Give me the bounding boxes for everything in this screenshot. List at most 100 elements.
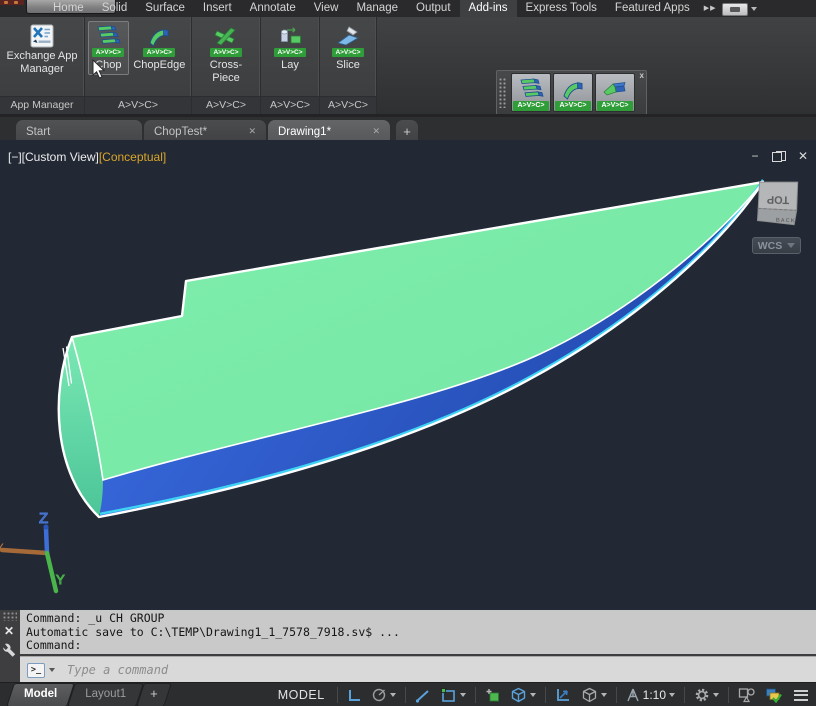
separator xyxy=(684,687,685,703)
boat-hull-model[interactable] xyxy=(0,140,816,610)
graphics-performance-toggle[interactable] xyxy=(762,685,785,705)
close-button[interactable]: ✕ xyxy=(796,149,810,163)
command-input-row[interactable]: >_ Type a command xyxy=(20,656,816,683)
close-icon[interactable]: x xyxy=(640,72,644,80)
command-history[interactable]: Command: _u CH GROUP Automatic save to C… xyxy=(20,610,816,654)
quick-properties-toggle[interactable] xyxy=(735,685,759,705)
object-snap-icon xyxy=(440,687,457,703)
ribbon-tab-featured-apps[interactable]: Featured Apps xyxy=(606,0,699,17)
panel-title[interactable]: A>V>C> xyxy=(261,96,319,114)
annotation-scale-value: 1:10 xyxy=(643,688,666,702)
chevron-down-icon[interactable] xyxy=(390,693,396,697)
button-label: Slice xyxy=(336,59,360,72)
ucs-y-label: Y xyxy=(56,572,65,587)
ribbon-panel-avc-3: A>V>C> Lay A>V>C> xyxy=(261,17,320,114)
drawing-viewport[interactable]: [−][Custom View][Conceptual] − ✕ TOP BAC… xyxy=(0,140,816,610)
slice-button[interactable]: A>V>C> Slice xyxy=(326,21,370,75)
visual-style-dropdown[interactable] xyxy=(578,685,610,705)
chopedge-button[interactable]: A>V>C> ChopEdge xyxy=(131,21,188,75)
chopedge-toolbar-button[interactable]: A>V>C> xyxy=(553,73,593,112)
avc-floating-toolbar[interactable]: A>V>C> A>V>C> A>V>C> x xyxy=(496,70,647,115)
ribbon-tab-surface[interactable]: Surface xyxy=(136,0,194,17)
wcs-dropdown[interactable]: WCS xyxy=(752,237,801,254)
polar-tracking-icon xyxy=(415,688,431,703)
ucs-icon[interactable]: X Z Y xyxy=(0,492,90,604)
ribbon-tab-manage[interactable]: Manage xyxy=(347,0,407,17)
cross-piece-button[interactable]: A>V>C> Cross-Piece xyxy=(195,21,257,87)
command-history-line: Command: _u CH GROUP xyxy=(26,611,164,625)
object-snap-toggle[interactable] xyxy=(437,685,469,705)
ribbon-tab-add-ins[interactable]: Add-ins xyxy=(460,0,517,17)
lay-button[interactable]: A>V>C> Lay xyxy=(268,21,312,75)
chevron-down-icon[interactable] xyxy=(713,693,719,697)
ribbon-tab-overflow-icon[interactable]: ▶▶ xyxy=(699,0,722,17)
lay-icon xyxy=(277,24,303,48)
workspace-switching-dropdown[interactable] xyxy=(691,685,722,705)
snap-mode-toggle[interactable] xyxy=(368,685,399,705)
viewcube-back-label: BACK xyxy=(776,218,796,225)
avc-badge: A>V>C> xyxy=(513,101,549,111)
annotation-scale-dropdown[interactable]: 1:10 xyxy=(623,685,678,705)
chevron-down-icon[interactable] xyxy=(669,693,675,697)
chevron-down-icon[interactable] xyxy=(460,693,466,697)
snap-icon xyxy=(371,687,387,703)
restore-button[interactable] xyxy=(772,151,786,162)
hamburger-icon xyxy=(794,690,808,692)
wrench-icon[interactable] xyxy=(2,642,18,658)
ribbon-tab-output[interactable]: Output xyxy=(407,0,460,17)
customization-menu-button[interactable] xyxy=(788,690,814,701)
ribbon-tab-home[interactable]: Home xyxy=(44,0,93,17)
command-grip-handle[interactable] xyxy=(3,612,17,621)
dynamic-ucs-toggle[interactable] xyxy=(552,685,575,705)
tab-label: Drawing1* xyxy=(268,126,341,138)
ucs-x-axis xyxy=(2,550,47,553)
avc-badge: A>V>C> xyxy=(332,48,364,57)
chevron-down-icon[interactable] xyxy=(530,693,536,697)
autodesk-exchange-icon xyxy=(29,24,55,48)
panel-title[interactable]: A>V>C> xyxy=(320,96,376,114)
command-line-window: ✕ Command: _u CH GROUP Automatic save to… xyxy=(0,610,816,682)
chevron-down-icon[interactable] xyxy=(49,668,55,672)
close-icon[interactable]: ✕ xyxy=(4,624,14,638)
panel-title[interactable]: App Manager xyxy=(0,96,84,114)
separator xyxy=(475,687,476,703)
ribbon-tab-view[interactable]: View xyxy=(305,0,348,17)
close-icon[interactable]: ✕ xyxy=(372,126,380,137)
ribbon-tab-express-tools[interactable]: Express Tools xyxy=(517,0,606,17)
command-prompt-icon: >_ xyxy=(27,663,45,678)
ribbon-tab-annotate[interactable]: Annotate xyxy=(241,0,305,17)
layout-tab-model[interactable]: Model xyxy=(10,683,71,706)
layout-tab-layout1[interactable]: Layout1 xyxy=(71,683,140,706)
ribbon-display-toggle-button[interactable] xyxy=(722,3,748,16)
exchange-app-manager-button[interactable]: Exchange App Manager xyxy=(3,21,81,78)
selection-cycling-toggle[interactable] xyxy=(482,685,504,705)
titlebar-dot xyxy=(14,1,18,4)
panel-title[interactable]: A>V>C> xyxy=(192,96,260,114)
tab-label: Model xyxy=(24,688,57,700)
slice-toolbar-button[interactable]: A>V>C> xyxy=(595,73,635,112)
minimize-button[interactable]: − xyxy=(748,149,762,163)
viewport-controls-label[interactable]: [−][Custom View][Conceptual] xyxy=(8,150,166,164)
visual-style-label[interactable]: [Conceptual] xyxy=(99,150,166,164)
ribbon-tab-insert[interactable]: Insert xyxy=(194,0,241,17)
grid-display-toggle[interactable] xyxy=(344,685,365,705)
viewcube[interactable]: TOP BACK xyxy=(752,176,810,234)
file-tab-bar: Start ChopTest* ✕ Drawing1* ✕ + xyxy=(0,114,816,143)
avc-badge: A>V>C> xyxy=(92,48,124,57)
3d-object-snap-toggle[interactable] xyxy=(507,685,539,705)
chop-icon xyxy=(95,24,121,48)
viewport-view-label[interactable]: [−][Custom View] xyxy=(8,150,99,164)
chevron-down-icon[interactable] xyxy=(601,693,607,697)
toolbar-grip-handle[interactable] xyxy=(499,78,507,108)
command-input-placeholder[interactable]: Type a command xyxy=(67,663,168,677)
ribbon-tab-solid[interactable]: Solid xyxy=(93,0,137,17)
chevron-down-icon[interactable] xyxy=(751,7,757,11)
cube-icon xyxy=(581,687,598,703)
polar-tracking-toggle[interactable] xyxy=(412,685,434,705)
model-space-toggle[interactable]: MODEL xyxy=(272,688,331,702)
new-layout-button[interactable]: + xyxy=(140,683,168,706)
chop-toolbar-button[interactable]: A>V>C> xyxy=(511,73,551,112)
panel-title[interactable]: A>V>C> xyxy=(85,96,191,114)
close-icon[interactable]: ✕ xyxy=(248,126,256,137)
cross-piece-icon xyxy=(213,24,239,48)
